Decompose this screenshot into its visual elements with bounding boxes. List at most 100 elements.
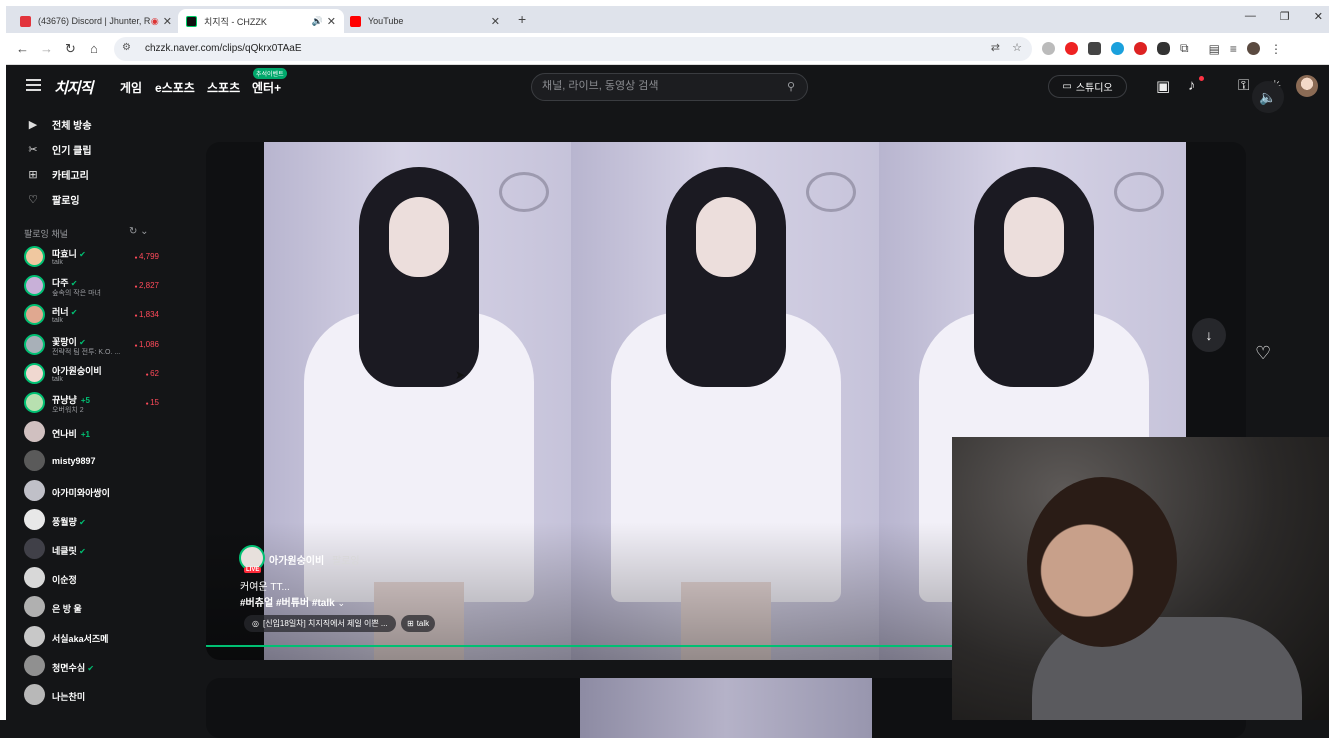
channel-name: 서실aka서즈메 — [52, 632, 108, 645]
url-text[interactable]: chzzk.naver.com/clips/qQkrx0TAaE — [145, 43, 302, 54]
tags-text[interactable]: #버츄얼 #버튜버 #talk — [240, 598, 335, 609]
puzzle-icon[interactable]: ⧉ — [1180, 41, 1189, 56]
tab-discord[interactable]: (43676) Discord | Jhunter, R ◉ ✕ — [12, 9, 180, 33]
channel-avatar — [24, 684, 45, 705]
studio-button[interactable]: ▭ 스튜디오 — [1048, 75, 1127, 98]
channel-name: 아가미와아쌍이 — [52, 486, 110, 499]
media-control-icon[interactable]: ▤ — [1209, 42, 1220, 56]
tab-title: (43676) Discord | Jhunter, R — [38, 16, 151, 26]
channel-name-text: 나는찬미 — [52, 692, 86, 702]
bookmark-star-icon[interactable]: ☆ — [1012, 41, 1022, 54]
reading-list-icon[interactable]: ≡ — [1230, 42, 1237, 56]
channel-name-text: 연나비 — [52, 429, 77, 440]
hamburger-menu-icon[interactable] — [26, 79, 41, 91]
multi-count-badge: +1 — [80, 430, 90, 440]
nav-sports[interactable]: 스포츠 — [207, 79, 240, 96]
verified-check-icon: ✔ — [76, 337, 86, 347]
extension-icon[interactable] — [1042, 42, 1055, 55]
like-heart-icon[interactable]: ♡ — [1255, 343, 1271, 364]
nav-game[interactable]: 게임 — [120, 79, 142, 96]
sidebar-channel-4[interactable]: 아가원숭이비 talk ● 62 — [24, 361, 184, 387]
volume-icon[interactable]: 🔈 — [1252, 81, 1284, 113]
close-tab-icon[interactable]: ✕ — [491, 15, 500, 28]
sidebar-channel-3[interactable]: 꽃랑이 ✔ 전략적 팀 전투: K.O. ... ● 1,086 — [24, 332, 184, 358]
notification-dot — [1199, 76, 1204, 81]
viewer-count: ● 1,834 — [135, 310, 159, 319]
home-icon[interactable]: ⌂ — [90, 41, 98, 56]
shield-icon[interactable] — [1157, 42, 1170, 55]
sidebar-channel-13[interactable]: 서실aka서즈메 — [24, 624, 184, 650]
arrow-down-icon[interactable]: ↓ — [1192, 318, 1226, 352]
search-input[interactable] — [542, 80, 772, 92]
sidebar-item-following[interactable]: ♡ 팔로잉 — [26, 192, 80, 207]
reload-icon[interactable]: ↻ — [65, 41, 76, 57]
extension-icon[interactable] — [1088, 42, 1101, 55]
sidebar-channel-5[interactable]: 뀨냥냥 +5 오버워치 2 ● 15 — [24, 390, 184, 416]
browser-window: (43676) Discord | Jhunter, R ◉ ✕ 치지직 - C… — [0, 0, 1329, 738]
channel-name: 은 방 울 — [52, 602, 82, 615]
search-bar[interactable]: ⚲ — [531, 73, 808, 101]
sidebar-channel-0[interactable]: 따효니 ✔ talk ● 4,799 — [24, 244, 184, 270]
category-chip[interactable]: ⊞ talk — [401, 615, 436, 632]
restore-icon[interactable]: ❐ — [1280, 10, 1290, 23]
profile-avatar[interactable] — [1246, 42, 1260, 55]
close-window-icon[interactable]: ✕ — [1314, 10, 1323, 23]
chzzk-favicon-icon — [186, 15, 197, 27]
sidebar-channel-9[interactable]: 풍월량 ✔ — [24, 507, 184, 533]
channel-avatar — [24, 625, 45, 647]
nav-enter[interactable]: 엔터+ — [252, 79, 281, 96]
nav-esports[interactable]: e스포츠 — [155, 79, 195, 96]
tab-youtube[interactable]: YouTube ✕ — [342, 9, 508, 33]
sidebar-channel-6[interactable]: 연나비 +1 — [24, 419, 184, 445]
sidebar-item-category[interactable]: ⊞ 카테고리 — [26, 167, 88, 182]
forward-arrow-icon[interactable]: → — [40, 41, 53, 56]
minimize-icon[interactable]: — — [1245, 10, 1256, 23]
chevron-down-icon[interactable]: ⌄ — [337, 598, 345, 608]
back-arrow-icon[interactable]: ← — [16, 41, 29, 56]
wallet-icon[interactable]: ▣ — [1156, 77, 1170, 95]
event-badge: 추석이벤트 — [253, 68, 287, 79]
mouse-cursor-icon: ➤ — [455, 368, 466, 382]
clip-channel-name[interactable]: 아가원숭이비 — [269, 552, 324, 567]
translate-icon[interactable]: ⇄ — [991, 41, 1000, 54]
sidebar-channel-7[interactable]: misty9897 — [24, 448, 184, 474]
extension-icon[interactable] — [1111, 42, 1124, 55]
sidebar-channel-15[interactable]: 나는찬미 — [24, 682, 184, 708]
verified-check-icon: ✔ — [76, 547, 86, 556]
more-menu-icon[interactable]: ⋮ — [1270, 42, 1282, 56]
search-icon[interactable]: ⚲ — [787, 80, 795, 93]
sidebar-channel-10[interactable]: 네클릿 ✔ — [24, 536, 184, 562]
channel-name: 네클릿 ✔ — [52, 544, 86, 557]
adblock-icon[interactable] — [1065, 42, 1078, 55]
extension-icon[interactable] — [1134, 42, 1147, 55]
heart-icon: ♡ — [28, 194, 38, 206]
sidebar-channel-12[interactable]: 은 방 울 — [24, 594, 184, 620]
camera-icon: ▭ — [1062, 81, 1072, 92]
clip-progress-bar[interactable] — [206, 645, 955, 647]
key-icon[interactable]: ⚿ — [1238, 77, 1249, 94]
refresh-icon[interactable]: ↻ ⌄ — [129, 226, 149, 237]
channel-name-text: 네클릿 — [52, 546, 77, 556]
sidebar-item-all-live[interactable]: ▶ 전체 방송 — [26, 117, 92, 132]
sidebar-channel-1[interactable]: 다주 ✔ 숲속의 작은 마녀 ● 2,827 — [24, 273, 184, 299]
sidebar-channel-14[interactable]: 청면수심 ✔ — [24, 653, 184, 679]
channel-name-text: 아가미와아쌍이 — [52, 487, 110, 498]
tab-chzzk[interactable]: 치지직 - CHZZK 🔊 ✕ — [178, 9, 344, 33]
user-avatar[interactable] — [1296, 75, 1318, 97]
studio-label: 스튜디오 — [1075, 83, 1113, 94]
close-tab-icon[interactable]: ✕ — [327, 15, 336, 28]
follow-button[interactable]: 팔로잉 — [332, 552, 360, 567]
site-info-icon[interactable]: ⚙ — [122, 42, 131, 53]
new-tab-button[interactable]: + — [518, 11, 526, 27]
linked-clip-chip[interactable]: ◎ [신입18일차] 치지직에서 제일 이쁜 ... — [244, 615, 396, 632]
close-tab-icon[interactable]: ✕ — [163, 15, 172, 28]
chzzk-logo[interactable]: 치지직 — [54, 77, 93, 98]
sidebar-channel-2[interactable]: 러너 ✔ talk ● 1,834 — [24, 302, 184, 328]
sidebar-item-popular-clips[interactable]: ✂ 인기 클립 — [26, 142, 91, 157]
clip-tags[interactable]: #버츄얼 #버튜버 #talk ⌄ — [240, 594, 345, 609]
sidebar-channel-11[interactable]: 이순정 — [24, 565, 184, 591]
sidebar-channel-8[interactable]: 아가미와아쌍이 — [24, 478, 184, 504]
bell-icon[interactable]: ♪ — [1188, 77, 1196, 94]
channel-avatar — [24, 596, 45, 618]
omnibox[interactable]: ⚙ chzzk.naver.com/clips/qQkrx0TAaE ⇄ ☆ — [114, 37, 1032, 61]
